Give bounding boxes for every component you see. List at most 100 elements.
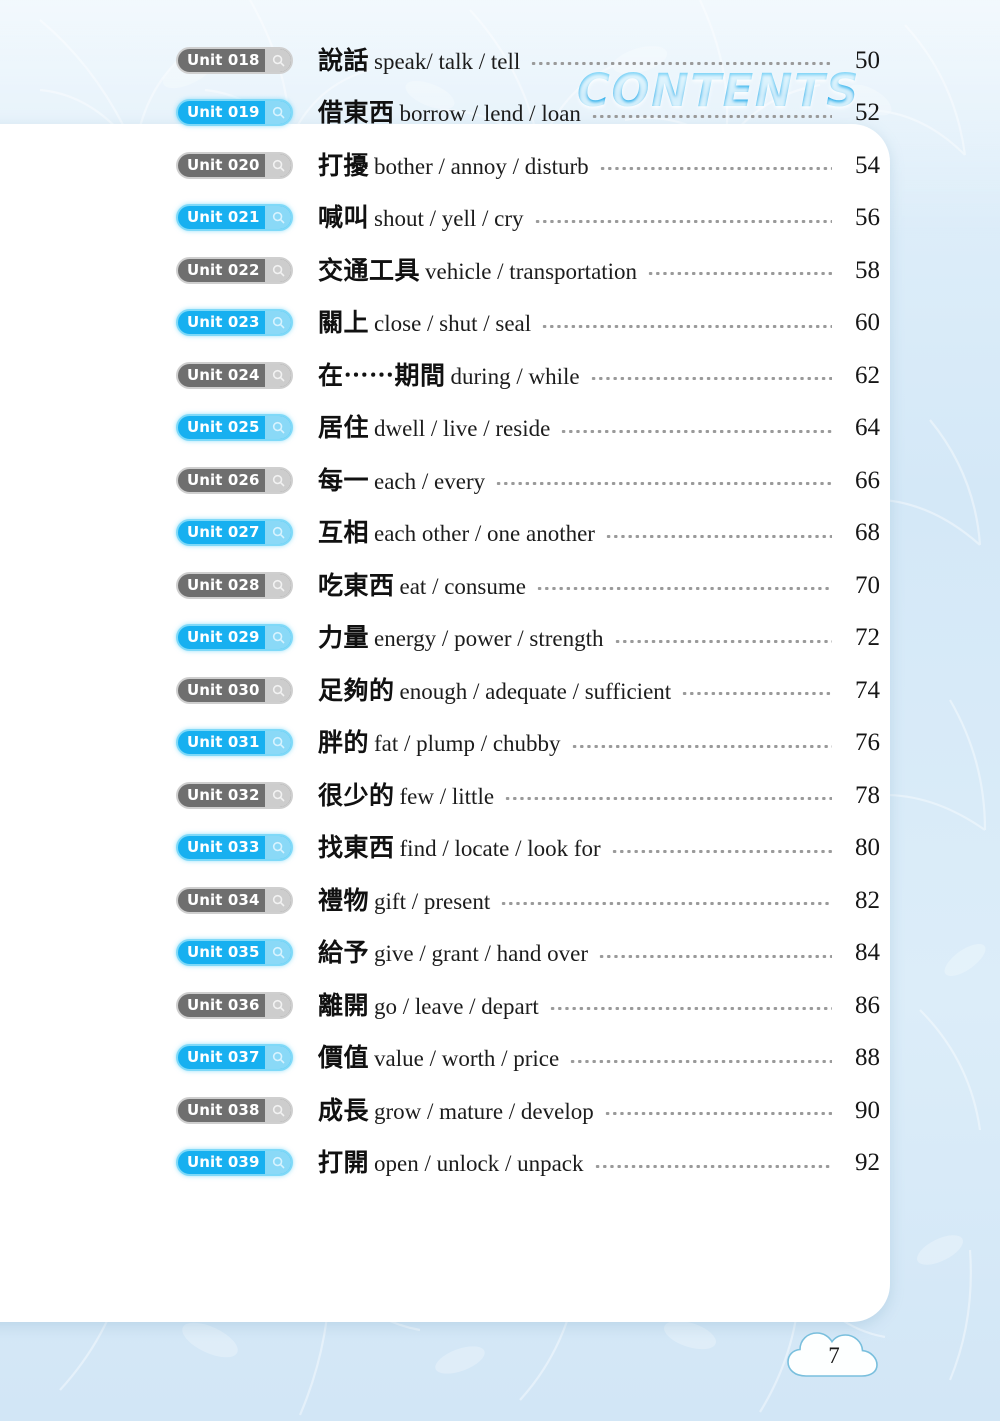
toc-row[interactable]: Unit 024 在⋯⋯期間 during / while 62 [176,349,880,402]
toc-row[interactable]: Unit 021 喊叫 shout / yell / cry 56 [176,192,880,245]
unit-badge[interactable]: Unit 020 [176,151,293,179]
dot-leader [541,313,832,333]
unit-badge[interactable]: Unit 027 [176,519,293,547]
unit-badge[interactable]: Unit 034 [176,886,293,914]
unit-badge[interactable]: Unit 026 [176,466,293,494]
unit-badge-label: Unit 035 [187,943,260,962]
toc-row[interactable]: Unit 025 居住 dwell / live / reside 64 [176,402,880,455]
entry-chinese: 關上 [318,308,370,338]
magnifier-icon [265,573,291,597]
magnifier-icon [265,993,291,1017]
unit-badge[interactable]: Unit 023 [176,309,293,337]
dot-leader [533,208,833,228]
unit-badge[interactable]: Unit 033 [176,834,293,862]
unit-badge[interactable]: Unit 024 [176,361,293,389]
entry-chinese: 找東西 [318,833,395,863]
toc-row[interactable]: Unit 038 成長 grow / mature / develop 90 [176,1084,880,1137]
unit-badge[interactable]: Unit 021 [176,204,293,232]
magnifier-icon [265,941,291,965]
entry-english: fat / plump / chubby [374,731,561,757]
unit-badge[interactable]: Unit 029 [176,624,293,652]
entry-chinese: 力量 [318,623,370,653]
toc-row[interactable]: Unit 031 胖的 fat / plump / chubby 76 [176,717,880,770]
unit-badge[interactable]: Unit 039 [176,1149,293,1177]
unit-badge[interactable]: Unit 018 [176,46,293,74]
entry-chinese: 價值 [318,1043,370,1073]
unit-badge-label: Unit 026 [187,470,260,489]
dot-leader [589,365,833,385]
entry-chinese: 足夠的 [318,675,395,705]
dot-leader [530,50,832,70]
entry-page-number: 78 [855,781,880,809]
toc-row[interactable]: Unit 023 關上 close / shut / seal 60 [176,297,880,350]
entry-chinese: 互相 [318,518,370,548]
entry-page-number: 72 [855,624,880,652]
dot-leader [598,155,833,175]
entry-page-number: 74 [855,676,880,704]
toc-row[interactable]: Unit 019 借東西 borrow / lend / loan 52 [176,87,880,140]
magnifier-icon [265,258,291,282]
magnifier-icon [265,678,291,702]
unit-badge[interactable]: Unit 032 [176,781,293,809]
toc-row[interactable]: Unit 020 打擾 bother / annoy / disturb 54 [176,139,880,192]
toc-row[interactable]: Unit 036 離開 go / leave / depart 86 [176,979,880,1032]
entry-page-number: 50 [855,46,880,74]
unit-badge-label: Unit 039 [187,1153,260,1172]
entry-english: each other / one another [374,521,595,547]
entry-english: open / unlock / unpack [374,1151,584,1177]
toc-row[interactable]: Unit 035 給予 give / grant / hand over 84 [176,927,880,980]
unit-badge[interactable]: Unit 022 [176,256,293,284]
dot-leader [603,1100,833,1120]
unit-badge[interactable]: Unit 035 [176,939,293,967]
entry-english: shout / yell / cry [374,206,524,232]
unit-badge[interactable]: Unit 019 [176,99,293,127]
toc-row[interactable]: Unit 028 吃東西 eat / consume 70 [176,559,880,612]
toc-row[interactable]: Unit 026 每一 each / every 66 [176,454,880,507]
toc-row[interactable]: Unit 030 足夠的 enough / adequate / sufficien… [176,664,880,717]
unit-badge[interactable]: Unit 025 [176,414,293,442]
toc-entry-text: 找東西 find / locate / look for [318,835,601,860]
magnifier-icon [265,206,291,230]
entry-chinese: 打擾 [318,150,370,180]
unit-badge[interactable]: Unit 037 [176,1044,293,1072]
magnifier-icon [265,416,291,440]
entry-english: during / while [450,363,580,389]
entry-english: dwell / live / reside [374,416,551,442]
toc-entry-text: 胖的 fat / plump / chubby [318,730,561,755]
entry-page-number: 60 [855,309,880,337]
toc-row[interactable]: Unit 029 力量 energy / power / strength 72 [176,612,880,665]
unit-badge-label: Unit 032 [187,785,260,804]
toc-row[interactable]: Unit 027 互相 each other / one another 68 [176,507,880,560]
toc-entry-text: 每一 each / every [318,468,485,493]
toc-entry-text: 離開 go / leave / depart [318,993,539,1018]
toc-row[interactable]: Unit 018 說話 speak/ talk / tell 50 [176,34,880,87]
toc-row[interactable]: Unit 034 禮物 gift / present 82 [176,874,880,927]
unit-badge[interactable]: Unit 036 [176,991,293,1019]
magnifier-icon [265,626,291,650]
entry-page-number: 86 [855,991,880,1019]
unit-badge[interactable]: Unit 028 [176,571,293,599]
toc-row[interactable]: Unit 039 打開 open / unlock / unpack 92 [176,1137,880,1190]
unit-badge-label: Unit 019 [187,103,260,122]
magnifier-icon [265,153,291,177]
unit-badge-label: Unit 025 [187,418,260,437]
toc-row[interactable]: Unit 037 價值 value / worth / price 88 [176,1032,880,1085]
dot-leader [504,785,832,805]
entry-chinese: 胖的 [318,728,370,758]
unit-badge[interactable]: Unit 030 [176,676,293,704]
toc-row[interactable]: Unit 033 找東西 find / locate / look for 80 [176,822,880,875]
toc-entry-text: 價值 value / worth / price [318,1045,559,1070]
dot-leader [613,628,833,648]
dot-leader [495,470,832,490]
magnifier-icon [265,888,291,912]
entry-chinese: 居住 [318,413,370,443]
toc-row[interactable]: Unit 022 交通工具 vehicle / transportation 58 [176,244,880,297]
entry-chinese: 吃東西 [318,570,395,600]
unit-badge[interactable]: Unit 031 [176,729,293,757]
page-number-cloud: 7 [784,1328,884,1384]
unit-badge-label: Unit 021 [187,208,260,227]
toc-row[interactable]: Unit 032 很少的 few / little 78 [176,769,880,822]
toc-entry-text: 吃東西 eat / consume [318,573,526,598]
entry-english: close / shut / seal [374,311,532,337]
unit-badge[interactable]: Unit 038 [176,1096,293,1124]
